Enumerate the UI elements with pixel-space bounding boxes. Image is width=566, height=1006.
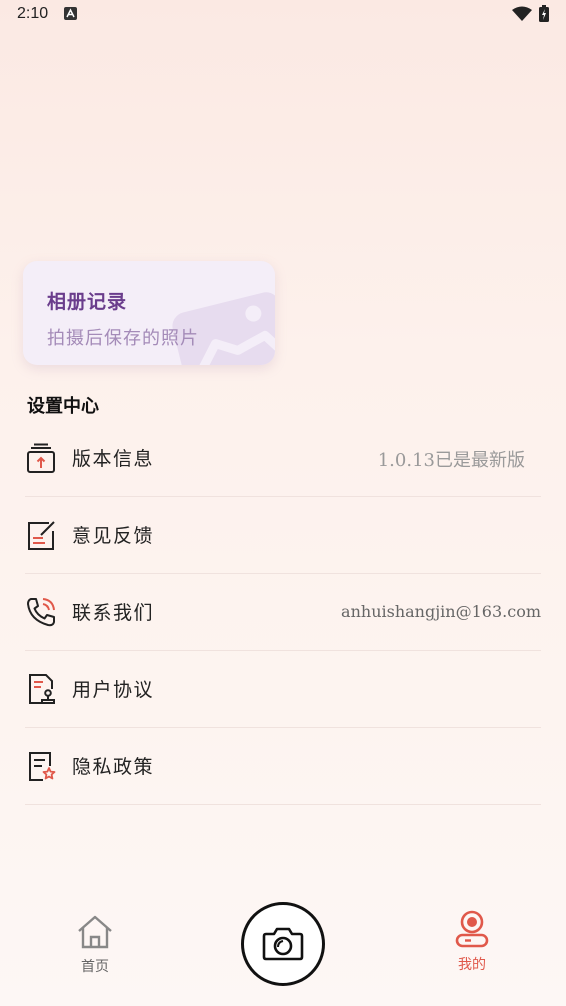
menu-label-contact: 联系我们 [72,602,155,624]
nav-home[interactable]: 首页 [70,914,120,976]
notification-a-icon [64,7,77,20]
version-value: 1.0.13已是最新版 [377,450,525,471]
home-icon [78,915,112,949]
nav-home-label: 首页 [81,959,109,975]
privacy-icon [29,752,56,781]
album-title: 相册记录 [47,291,128,313]
menu-privacy-policy[interactable]: 隐私政策 [25,728,541,805]
menu-label-version: 版本信息 [72,448,155,470]
feedback-icon [28,521,55,550]
profile-icon [455,910,489,948]
status-bar: 2:10 [0,0,566,30]
menu-label-feedback: 意见反馈 [72,525,155,547]
version-icon [27,443,55,473]
menu-user-agreement[interactable]: 用户协议 [25,651,541,728]
menu-feedback[interactable]: 意见反馈 [25,497,541,574]
agreement-icon [29,674,55,704]
album-subtitle: 拍摄后保存的照片 [47,328,199,349]
menu-contact-us[interactable]: 联系我们 anhuishangjin@163.com [25,574,541,651]
menu-version-info[interactable]: 版本信息 1.0.13已是最新版 [25,420,541,497]
bottom-nav: 首页 我的 [0,888,566,1006]
wifi-icon [512,6,532,21]
menu-label-agreement: 用户协议 [72,679,155,701]
settings-title: 设置中心 [27,396,99,417]
album-records-card[interactable]: 相册记录 拍摄后保存的照片 [23,261,275,365]
nav-mine[interactable]: 我的 [444,910,500,974]
menu-label-privacy: 隐私政策 [72,756,155,778]
contact-email: anhuishangjin@163.com [341,602,541,621]
photo-decoration-icon [172,292,275,365]
camera-button[interactable] [241,902,325,986]
battery-icon [539,5,549,22]
phone-icon [27,598,55,627]
status-time: 2:10 [17,5,49,22]
camera-icon [262,927,304,961]
nav-mine-label: 我的 [458,957,486,973]
